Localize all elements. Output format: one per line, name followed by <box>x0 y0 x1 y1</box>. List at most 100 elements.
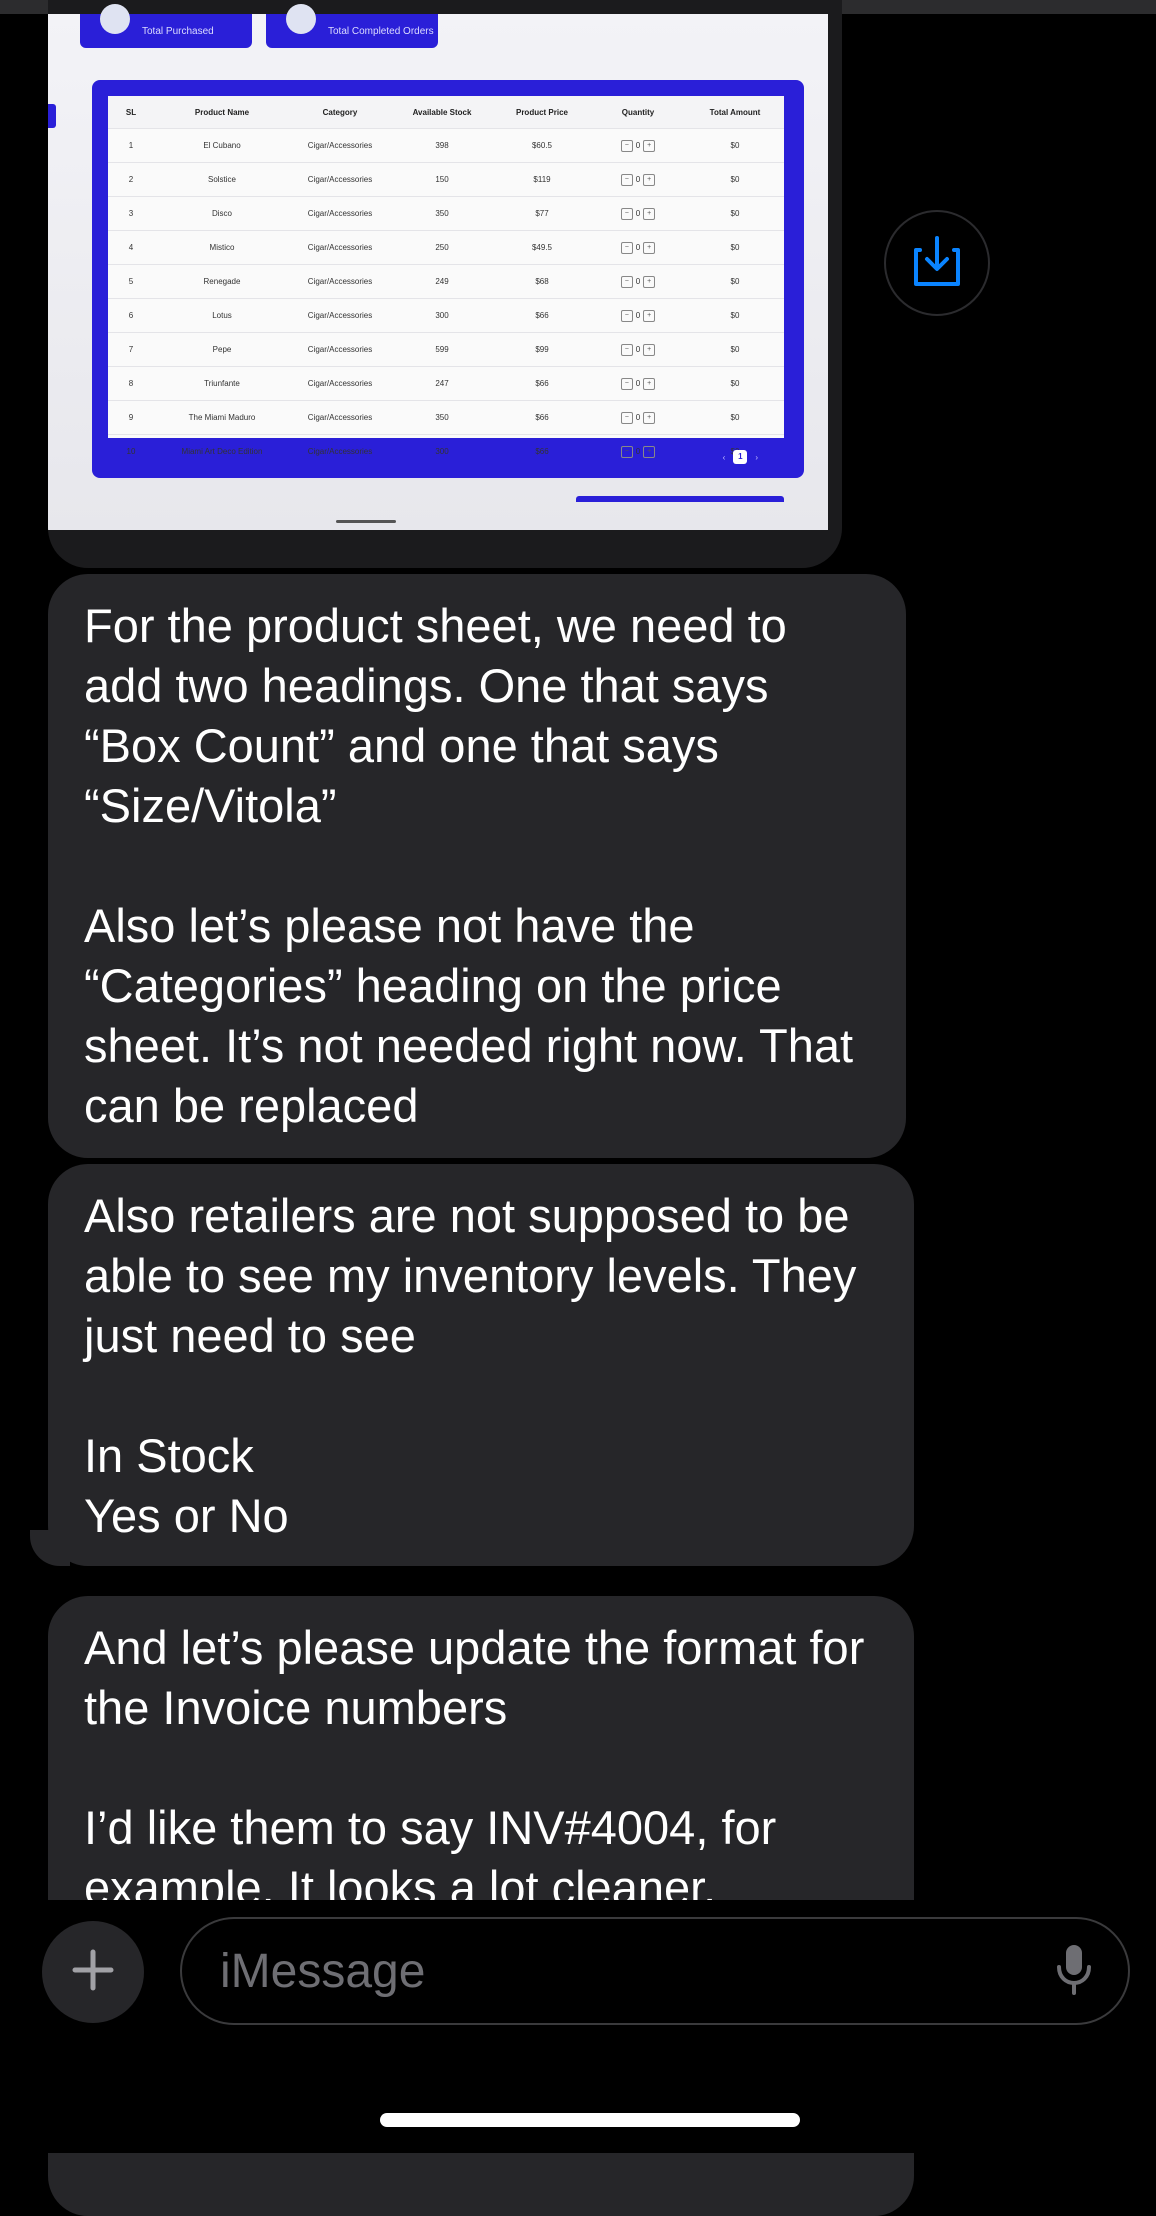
col-category: Category <box>290 96 390 129</box>
save-photo-button[interactable] <box>884 210 990 316</box>
cell-available-stock: 300 <box>390 298 494 333</box>
cell-sl: 10 <box>108 434 154 468</box>
quantity-value: 0 <box>635 413 641 422</box>
cell-available-stock: 247 <box>390 366 494 401</box>
minus-icon[interactable]: − <box>620 445 633 458</box>
product-table: SL Product Name Category Available Stock… <box>108 96 784 468</box>
quantity-value: 0 <box>635 311 641 320</box>
cell-product-price: $49.5 <box>494 230 590 265</box>
pagination-prev: ‹ <box>722 452 726 462</box>
cell-quantity: −0 + <box>590 162 686 197</box>
table-row: 5 Renegade Cigar/Accessories 249 $68 −0 + $0 <box>108 264 784 299</box>
quantity-stepper[interactable]: −0 + <box>620 207 656 220</box>
plus-icon[interactable]: + <box>643 241 656 254</box>
cell-total-amount: $0 <box>686 400 784 435</box>
minus-icon[interactable]: − <box>620 343 633 356</box>
cell-available-stock: 250 <box>390 230 494 265</box>
plus-icon[interactable]: + <box>643 139 656 152</box>
cell-quantity: −0 + <box>590 298 686 333</box>
minus-icon[interactable]: − <box>620 275 633 288</box>
cell-product-price: $66 <box>494 434 590 468</box>
message-field[interactable] <box>180 1917 1130 2025</box>
cell-available-stock: 300 <box>390 434 494 468</box>
message-bubble[interactable]: For the product sheet, we need to add tw… <box>48 574 906 1158</box>
minus-icon[interactable]: − <box>620 377 633 390</box>
message-bubble[interactable]: Also retailers are not supposed to be ab… <box>48 1164 914 1566</box>
cell-product-price: $119 <box>494 162 590 197</box>
user-icon <box>286 4 316 34</box>
minus-icon[interactable]: − <box>620 139 633 152</box>
cell-sl: 9 <box>108 400 154 435</box>
cell-product-name: The Miami Maduro <box>154 400 290 435</box>
microphone-icon[interactable] <box>1056 1943 1092 2000</box>
minus-icon[interactable]: − <box>620 309 633 322</box>
quantity-value: 0 <box>635 277 641 286</box>
plus-icon[interactable]: + <box>643 411 656 424</box>
col-product-price: Product Price <box>494 96 590 129</box>
cell-available-stock: 599 <box>390 332 494 367</box>
cell-sl: 7 <box>108 332 154 367</box>
quantity-stepper[interactable]: −0 + <box>620 377 656 390</box>
cell-quantity: −0 + <box>590 196 686 231</box>
cell-category: Cigar/Accessories <box>290 366 390 401</box>
message-input[interactable] <box>218 1942 1056 2000</box>
cell-product-price: $66 <box>494 298 590 333</box>
table-row: 10 Miami Art Deco Edition Cigar/Accessorie… <box>108 434 784 468</box>
cell-sl: 8 <box>108 366 154 401</box>
dashboard-screen: Total Purchased Total Completed Orders S… <box>48 4 828 530</box>
cell-sl: 6 <box>108 298 154 333</box>
cell-available-stock: 249 <box>390 264 494 299</box>
quantity-stepper[interactable]: −0 + <box>620 241 656 254</box>
cell-available-stock: 350 <box>390 400 494 435</box>
plus-icon[interactable]: + <box>643 445 656 458</box>
cell-category: Cigar/Accessories <box>290 162 390 197</box>
cell-quantity: −0 + <box>590 332 686 367</box>
add-attachment-button[interactable] <box>42 1921 144 2023</box>
minus-icon[interactable]: − <box>620 207 633 220</box>
cell-available-stock: 398 <box>390 128 494 163</box>
plus-icon[interactable]: + <box>643 309 656 322</box>
quantity-stepper[interactable]: −0 + <box>620 139 656 152</box>
quantity-value: 0 <box>635 243 641 252</box>
plus-icon[interactable]: + <box>643 343 656 356</box>
plus-icon[interactable]: + <box>643 207 656 220</box>
minus-icon[interactable]: − <box>620 173 633 186</box>
stat-card-total-purchased: Total Purchased <box>80 4 252 48</box>
cell-product-name: Pepe <box>154 332 290 367</box>
plus-icon[interactable]: + <box>643 275 656 288</box>
col-available-stock: Available Stock <box>390 96 494 129</box>
card-label: Total Completed Orders <box>328 25 434 37</box>
cell-product-name: Miami Art Deco Edition <box>154 434 290 468</box>
cell-product-price: $60.5 <box>494 128 590 163</box>
cell-product-name: Solstice <box>154 162 290 197</box>
cell-quantity: −0 + <box>590 366 686 401</box>
cell-quantity: −0 + <box>590 400 686 435</box>
table-row: 3 Disco Cigar/Accessories 350 $77 −0 + $0 <box>108 196 784 231</box>
quantity-stepper[interactable]: −0 + <box>620 343 656 356</box>
quantity-value: 0 <box>635 141 641 150</box>
cell-sl: 1 <box>108 128 154 163</box>
cell-category: Cigar/Accessories <box>290 434 390 468</box>
bubble-tail <box>30 1530 70 1566</box>
cell-sl: 3 <box>108 196 154 231</box>
quantity-stepper[interactable]: −0 + <box>620 411 656 424</box>
quantity-stepper[interactable]: −0 + <box>620 275 656 288</box>
cell-category: Cigar/Accessories <box>290 128 390 163</box>
plus-icon[interactable]: + <box>643 377 656 390</box>
pagination-next: › <box>755 452 758 462</box>
plus-icon[interactable]: + <box>643 173 656 186</box>
minus-icon[interactable]: − <box>620 411 633 424</box>
cell-available-stock: 350 <box>390 196 494 231</box>
table-row: 8 Triunfante Cigar/Accessories 247 $66 −0 + $0 <box>108 366 784 401</box>
cell-product-name: Mistico <box>154 230 290 265</box>
table-header-row: SL Product Name Category Available Stock… <box>108 96 784 129</box>
cell-product-price: $66 <box>494 400 590 435</box>
quantity-stepper[interactable]: −0 + <box>620 309 656 322</box>
quantity-stepper[interactable]: −0 + <box>620 173 656 186</box>
quantity-stepper[interactable]: −0 + <box>620 445 656 458</box>
cell-total-amount: $0 <box>686 264 784 299</box>
cell-total-amount: $0 <box>686 230 784 265</box>
photo-attachment[interactable]: Total Purchased Total Completed Orders S… <box>48 0 842 568</box>
minus-icon[interactable]: − <box>620 241 633 254</box>
col-total-amount: Total Amount <box>686 96 784 129</box>
